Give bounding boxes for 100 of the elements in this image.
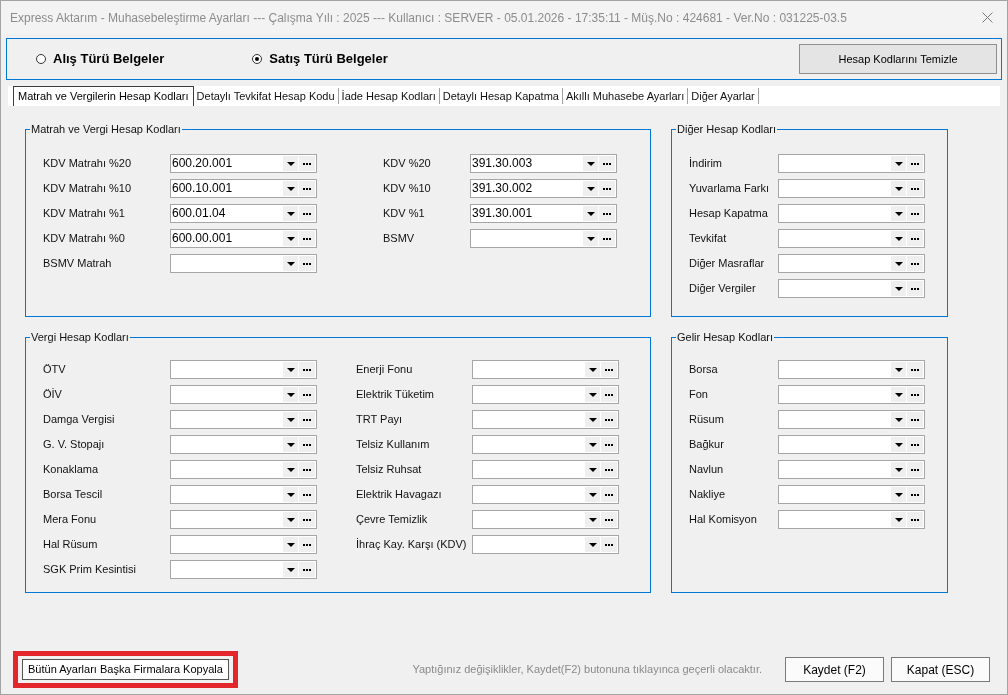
- dropdown-button[interactable]: [583, 181, 598, 196]
- dropdown-button[interactable]: [585, 387, 600, 402]
- dropdown-button[interactable]: [891, 512, 906, 527]
- browse-button[interactable]: [907, 462, 923, 477]
- account-combo[interactable]: 391.30.002: [470, 179, 617, 198]
- clear-codes-button[interactable]: Hesap Kodlarını Temizle: [799, 44, 997, 74]
- browse-button[interactable]: [299, 206, 315, 221]
- dropdown-button[interactable]: [585, 512, 600, 527]
- browse-button[interactable]: [601, 487, 617, 502]
- browse-button[interactable]: [907, 487, 923, 502]
- browse-button[interactable]: [299, 181, 315, 196]
- dropdown-button[interactable]: [283, 412, 298, 427]
- field-label: Hal Rüsum: [43, 538, 98, 551]
- browse-button[interactable]: [601, 512, 617, 527]
- browse-button[interactable]: [299, 412, 315, 427]
- browse-button[interactable]: [907, 387, 923, 402]
- browse-button[interactable]: [907, 281, 923, 296]
- browse-button[interactable]: [599, 156, 615, 171]
- close-button[interactable]: [981, 11, 993, 24]
- browse-button[interactable]: [601, 437, 617, 452]
- browse-button[interactable]: [907, 231, 923, 246]
- browse-button[interactable]: [907, 181, 923, 196]
- dropdown-button[interactable]: [283, 487, 298, 502]
- dropdown-button[interactable]: [891, 462, 906, 477]
- dropdown-button[interactable]: [585, 537, 600, 552]
- browse-button[interactable]: [299, 362, 315, 377]
- field-label: Borsa Tescil: [43, 488, 103, 501]
- dropdown-button[interactable]: [283, 206, 298, 221]
- dropdown-button[interactable]: [283, 156, 298, 171]
- browse-button[interactable]: [601, 387, 617, 402]
- account-combo[interactable]: 600.10.001: [170, 179, 317, 198]
- browse-button[interactable]: [601, 462, 617, 477]
- account-combo[interactable]: 600.00.001: [170, 229, 317, 248]
- dialog-button[interactable]: Kapat (ESC): [891, 657, 990, 682]
- dropdown-button[interactable]: [891, 206, 906, 221]
- dropdown-button[interactable]: [583, 156, 598, 171]
- dropdown-button[interactable]: [583, 231, 598, 246]
- dialog-button[interactable]: Kaydet (F2): [785, 657, 884, 682]
- dropdown-button[interactable]: [283, 437, 298, 452]
- browse-button[interactable]: [907, 362, 923, 377]
- dropdown-button[interactable]: [585, 362, 600, 377]
- account-combo[interactable]: 391.30.003: [470, 154, 617, 173]
- browse-button[interactable]: [299, 512, 315, 527]
- dropdown-button[interactable]: [585, 437, 600, 452]
- browse-button[interactable]: [299, 562, 315, 577]
- browse-button[interactable]: [601, 537, 617, 552]
- tab[interactable]: Matrah ve Vergilerin Hesap Kodları: [13, 86, 194, 106]
- dropdown-button[interactable]: [891, 362, 906, 377]
- browse-button[interactable]: [599, 181, 615, 196]
- radio-option[interactable]: Satış Türü Belgeler: [252, 51, 388, 67]
- browse-button[interactable]: [299, 156, 315, 171]
- browse-button[interactable]: [907, 156, 923, 171]
- caret-down-icon: [894, 236, 903, 241]
- dropdown-button[interactable]: [891, 181, 906, 196]
- dropdown-button[interactable]: [585, 487, 600, 502]
- caret-down-icon: [588, 367, 597, 372]
- dropdown-button[interactable]: [283, 562, 298, 577]
- browse-button[interactable]: [601, 412, 617, 427]
- browse-button[interactable]: [299, 256, 315, 271]
- browse-button[interactable]: [299, 231, 315, 246]
- dropdown-button[interactable]: [583, 206, 598, 221]
- ellipsis-icon: [303, 187, 311, 190]
- dropdown-button[interactable]: [283, 256, 298, 271]
- browse-button[interactable]: [601, 362, 617, 377]
- field-label: ÖTV: [43, 363, 66, 376]
- dropdown-button[interactable]: [891, 281, 906, 296]
- dropdown-button[interactable]: [891, 231, 906, 246]
- copy-settings-button[interactable]: Bütün Ayarları Başka Firmalara Kopyala: [22, 659, 229, 680]
- account-combo[interactable]: 600.01.04: [170, 204, 317, 223]
- dropdown-button[interactable]: [891, 412, 906, 427]
- field-label: Diğer Masraflar: [689, 257, 765, 270]
- browse-button[interactable]: [299, 462, 315, 477]
- account-combo[interactable]: 391.30.001: [470, 204, 617, 223]
- radio-option[interactable]: Alış Türü Belgeler: [36, 51, 165, 67]
- browse-button[interactable]: [907, 512, 923, 527]
- dropdown-button[interactable]: [891, 487, 906, 502]
- dropdown-button[interactable]: [283, 387, 298, 402]
- dropdown-button[interactable]: [891, 387, 906, 402]
- dropdown-button[interactable]: [283, 231, 298, 246]
- browse-button[interactable]: [907, 206, 923, 221]
- dropdown-button[interactable]: [283, 537, 298, 552]
- dropdown-button[interactable]: [585, 412, 600, 427]
- dropdown-button[interactable]: [283, 181, 298, 196]
- dropdown-button[interactable]: [283, 362, 298, 377]
- browse-button[interactable]: [299, 437, 315, 452]
- browse-button[interactable]: [907, 437, 923, 452]
- dropdown-button[interactable]: [891, 156, 906, 171]
- browse-button[interactable]: [299, 487, 315, 502]
- dropdown-button[interactable]: [891, 256, 906, 271]
- dropdown-button[interactable]: [585, 462, 600, 477]
- dropdown-button[interactable]: [891, 437, 906, 452]
- browse-button[interactable]: [599, 206, 615, 221]
- browse-button[interactable]: [907, 256, 923, 271]
- browse-button[interactable]: [599, 231, 615, 246]
- browse-button[interactable]: [907, 412, 923, 427]
- account-combo[interactable]: 600.20.001: [170, 154, 317, 173]
- dropdown-button[interactable]: [283, 512, 298, 527]
- browse-button[interactable]: [299, 537, 315, 552]
- dropdown-button[interactable]: [283, 462, 298, 477]
- browse-button[interactable]: [299, 387, 315, 402]
